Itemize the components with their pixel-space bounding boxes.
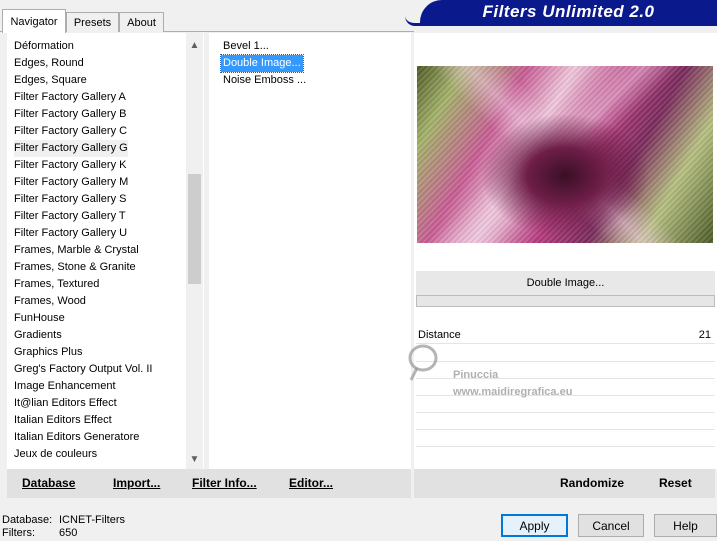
category-item[interactable]: Italian Editors Effect <box>14 412 112 429</box>
watermark-logo-icon <box>408 344 438 381</box>
cancel-label: Cancel <box>592 518 630 533</box>
category-item[interactable]: Image Enhancement <box>14 378 116 395</box>
filters-count: 650 <box>59 527 78 539</box>
cancel-button[interactable]: Cancel <box>578 514 644 537</box>
editor-button[interactable]: Editor... <box>289 476 333 490</box>
reset-button[interactable]: Reset <box>659 476 692 490</box>
watermark-url: www.maidiregrafica.eu <box>453 386 573 398</box>
category-item[interactable]: Filter Factory Gallery A <box>14 89 126 106</box>
category-item[interactable]: Frames, Textured <box>14 276 99 293</box>
scroll-up-icon[interactable]: ▲ <box>186 37 203 54</box>
current-filter-title: Double Image... <box>416 271 715 295</box>
category-item[interactable]: Frames, Marble & Crystal <box>14 242 139 259</box>
database-button[interactable]: Database <box>22 476 75 490</box>
watermark: Pinuccia www.maidiregrafica.eu <box>405 338 635 408</box>
category-item[interactable]: Filter Factory Gallery G <box>14 140 128 157</box>
help-button[interactable]: Help <box>654 514 717 537</box>
category-item[interactable]: Italian Editors Generatore <box>14 429 139 446</box>
progress-bar <box>416 295 715 307</box>
filter-list[interactable]: Bevel 1... Double Image... Noise Emboss ..… <box>209 33 411 469</box>
apply-button[interactable]: Apply <box>501 514 568 537</box>
category-item[interactable]: FunHouse <box>14 310 65 327</box>
database-value: ICNET-Filters <box>59 514 125 526</box>
filters-label: Filters: <box>2 527 35 539</box>
category-item[interactable]: Edges, Square <box>14 72 87 89</box>
filter-item[interactable]: Bevel 1... <box>221 38 271 55</box>
category-item[interactable]: Jeux de couleurs <box>14 446 97 463</box>
category-item[interactable]: Filter Factory Gallery S <box>14 191 126 208</box>
tab-presets[interactable]: Presets <box>66 12 119 32</box>
apply-label: Apply <box>519 518 550 533</box>
param-value[interactable]: 21 <box>699 327 711 343</box>
database-label: Database: <box>2 514 53 526</box>
category-item[interactable]: Frames, Stone & Granite <box>14 259 136 276</box>
category-item[interactable]: Frames, Wood <box>14 293 86 310</box>
category-item[interactable]: Filter Factory Gallery K <box>14 157 126 174</box>
category-item[interactable]: Filter Factory Gallery M <box>14 174 128 191</box>
app-banner: Filters Unlimited 2.0 <box>420 0 717 24</box>
param-row-empty <box>416 446 715 447</box>
category-item[interactable]: Déformation <box>14 38 74 55</box>
tab-presets-label: Presets <box>73 16 112 29</box>
param-row-empty <box>416 412 715 413</box>
current-filter-name: Double Image... <box>526 277 605 289</box>
preview-image <box>417 66 713 243</box>
tab-navigator[interactable]: Navigator <box>2 9 66 33</box>
scroll-thumb[interactable] <box>188 174 201 284</box>
category-item[interactable]: Filter Factory Gallery U <box>14 225 127 242</box>
category-item[interactable]: Greg's Factory Output Vol. II <box>14 361 152 378</box>
app-title: Filters Unlimited 2.0 <box>482 2 655 21</box>
category-item[interactable]: Filter Factory Gallery C <box>14 123 127 140</box>
filter-item[interactable]: Noise Emboss ... <box>221 72 308 89</box>
filter-item[interactable]: Double Image... <box>220 54 304 73</box>
help-label: Help <box>673 518 698 533</box>
tab-about-label: About <box>127 16 156 29</box>
scroll-down-icon[interactable]: ▼ <box>186 451 203 468</box>
import-button[interactable]: Import... <box>113 476 160 490</box>
category-item[interactable]: Filter Factory Gallery B <box>14 106 126 123</box>
category-list[interactable]: Déformation Edges, Round Edges, Square Filt… <box>7 33 204 469</box>
category-item[interactable]: Filter Factory Gallery T <box>14 208 126 225</box>
filter-info-button[interactable]: Filter Info... <box>192 476 257 490</box>
category-item[interactable]: It@lian Editors Effect <box>14 395 117 412</box>
watermark-name: Pinuccia <box>453 369 499 381</box>
category-item[interactable]: Edges, Round <box>14 55 84 72</box>
tab-navigator-label: Navigator <box>10 15 58 28</box>
tab-about[interactable]: About <box>119 12 164 32</box>
category-scrollbar[interactable]: ▲ ▼ <box>186 33 203 469</box>
category-item[interactable]: Gradients <box>14 327 62 344</box>
param-row-empty <box>416 429 715 430</box>
category-item[interactable]: Graphics Plus <box>14 344 82 361</box>
randomize-button[interactable]: Randomize <box>560 476 624 490</box>
